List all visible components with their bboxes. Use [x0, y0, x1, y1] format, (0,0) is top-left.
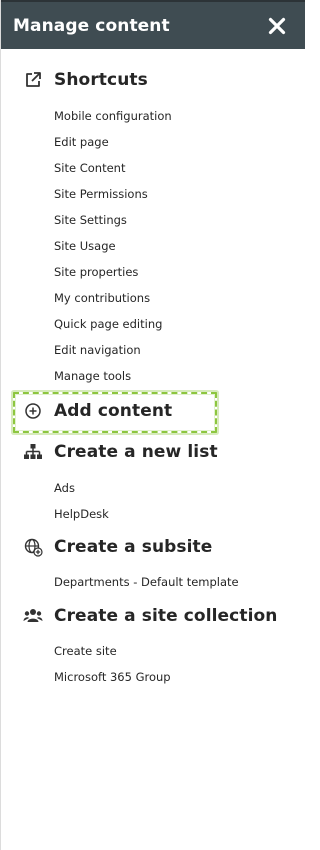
plus-circle-icon: [22, 400, 44, 422]
shortcut-my-contributions[interactable]: My contributions: [54, 291, 150, 305]
sitemap-icon: [22, 441, 44, 463]
section-title-add-content: Add content: [54, 401, 173, 421]
shortcut-site-settings[interactable]: Site Settings: [54, 213, 127, 227]
add-content-button[interactable]: Add content: [22, 399, 172, 423]
users-icon: [22, 605, 44, 627]
section-create-collection: Create a site collection: [22, 604, 278, 628]
section-title-shortcuts: Shortcuts: [54, 70, 148, 90]
collection-create-site[interactable]: Create site: [54, 644, 117, 658]
section-shortcuts: Shortcuts: [22, 68, 148, 92]
shortcut-site-permissions[interactable]: Site Permissions: [54, 187, 148, 201]
collection-microsoft-365-group[interactable]: Microsoft 365 Group: [54, 670, 171, 684]
shortcut-mobile-configuration[interactable]: Mobile configuration: [54, 109, 172, 123]
shortcut-manage-tools[interactable]: Manage tools: [54, 369, 131, 383]
section-create-list: Create a new list: [22, 440, 218, 464]
close-button[interactable]: [265, 14, 289, 38]
list-template-ads[interactable]: Ads: [54, 481, 75, 495]
shortcut-site-properties[interactable]: Site properties: [54, 265, 138, 279]
shortcut-edit-page[interactable]: Edit page: [54, 135, 109, 149]
list-template-helpdesk[interactable]: HelpDesk: [54, 507, 109, 521]
external-link-icon: [22, 69, 44, 91]
subsite-template-departments[interactable]: Departments - Default template: [54, 575, 239, 589]
close-icon: [268, 17, 286, 34]
section-title-create-collection: Create a site collection: [54, 606, 278, 626]
globe-plus-icon: [22, 536, 44, 558]
section-title-create-subsite: Create a subsite: [54, 537, 213, 557]
shortcut-site-content[interactable]: Site Content: [54, 161, 125, 175]
shortcut-site-usage[interactable]: Site Usage: [54, 239, 116, 253]
panel-title: Manage content: [13, 15, 170, 36]
shortcut-quick-page-editing[interactable]: Quick page editing: [54, 317, 162, 331]
shortcut-edit-navigation[interactable]: Edit navigation: [54, 343, 141, 357]
section-title-create-list: Create a new list: [54, 442, 218, 462]
manage-content-panel: Manage content Shortcuts Mobile configur…: [0, 0, 305, 850]
panel-header: Manage content: [1, 0, 305, 49]
section-create-subsite: Create a subsite: [22, 535, 212, 559]
